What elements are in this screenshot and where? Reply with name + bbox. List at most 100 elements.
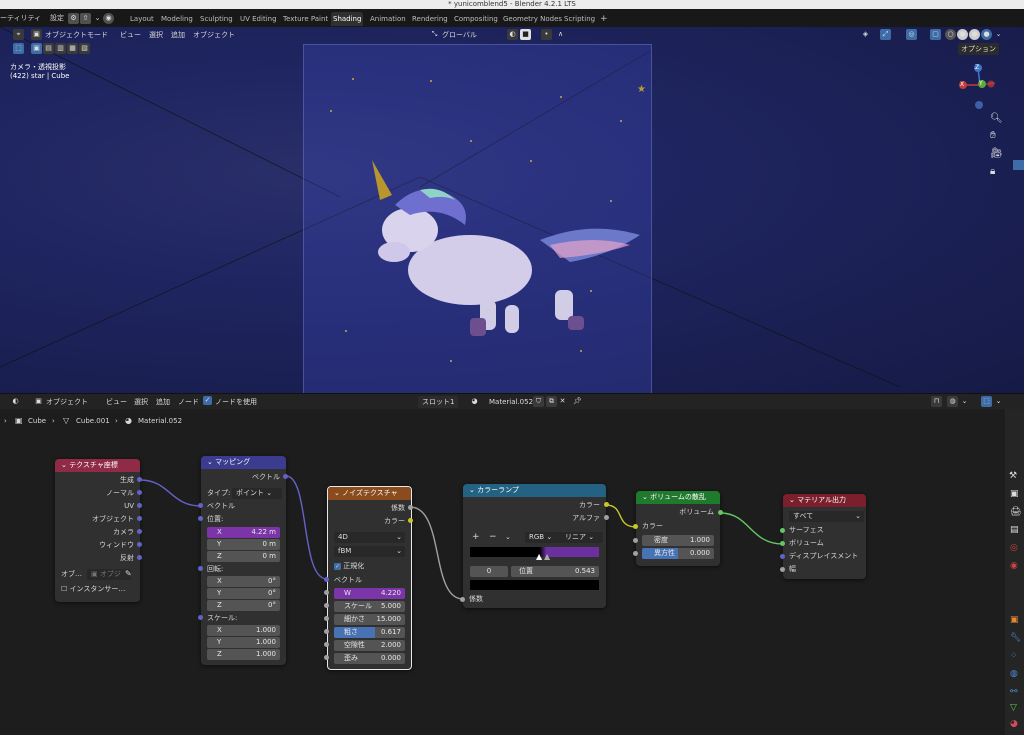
type-dropdown[interactable]: ポイント ⌄: [232, 488, 282, 499]
particles-icon[interactable]: ⁘: [1010, 651, 1018, 661]
tool-icon[interactable]: ⚒: [1009, 471, 1017, 481]
gizmo-icon[interactable]: ⤢: [880, 29, 891, 40]
node-header[interactable]: ⌄ テクスチャ座標: [55, 459, 140, 472]
physics-icon[interactable]: ◍: [1010, 669, 1018, 679]
rotation-y-field[interactable]: Y 0°: [207, 588, 280, 599]
close-icon[interactable]: ✕: [557, 396, 568, 407]
socket-volume-out[interactable]: [718, 510, 723, 515]
tab-compositing[interactable]: Compositing: [452, 12, 500, 26]
socket-fac-out[interactable]: [408, 505, 413, 510]
shading-wireframe-icon[interactable]: ○: [945, 29, 956, 40]
socket-vector-out[interactable]: [283, 474, 288, 479]
xray-icon[interactable]: ▢: [930, 29, 941, 40]
socket-vector-in[interactable]: [324, 577, 329, 582]
chevron-down-icon[interactable]: ⌄: [993, 29, 1004, 40]
socket-location-in[interactable]: [198, 516, 203, 521]
eyedropper-icon[interactable]: ✎: [125, 569, 132, 578]
shading-rendered-icon[interactable]: ●: [981, 29, 992, 40]
socket-anisotropy-in[interactable]: [633, 551, 638, 556]
socket-detail-in[interactable]: [324, 616, 329, 621]
normalize-checkbox-row[interactable]: ✓ 正規化: [334, 561, 364, 572]
socket-color-out[interactable]: [604, 502, 609, 507]
tab-rendering[interactable]: Rendering: [410, 12, 450, 26]
world-icon[interactable]: ◉: [1010, 561, 1018, 571]
material-sphere-icon[interactable]: ◕: [469, 396, 480, 407]
socket-scale-in[interactable]: [324, 603, 329, 608]
node-color-ramp[interactable]: ⌄ カラーランプ カラー アルファ + − ⌄ RGB ⌄ リニア ⌄ ▲ ▲ …: [463, 484, 606, 608]
select-mode-new-icon[interactable]: ▣: [31, 43, 42, 54]
menu-utility[interactable]: ーティリティ: [0, 12, 41, 24]
node-header[interactable]: ⌄ マテリアル出力: [783, 494, 866, 507]
tab-uv-editing[interactable]: UV Editing: [238, 12, 279, 26]
fake-user-icon[interactable]: ⛉: [533, 396, 544, 407]
ramp-menu-button[interactable]: ⌄: [505, 532, 511, 543]
tab-texture-paint[interactable]: Texture Paint: [281, 12, 330, 26]
anisotropy-field[interactable]: 異方性 0.000: [642, 548, 714, 559]
detail-field[interactable]: 細かさ 15.000: [334, 614, 405, 625]
shader-type-dropdown[interactable]: オブジェクト: [46, 396, 88, 408]
modifier-icon[interactable]: 🔧︎: [1010, 633, 1021, 643]
socket-rotation-in[interactable]: [198, 566, 203, 571]
tab-modeling[interactable]: Modeling: [159, 12, 195, 26]
menu-view[interactable]: ビュー: [120, 29, 141, 41]
socket-lacunarity-in[interactable]: [324, 642, 329, 647]
snap-icon[interactable]: ◐: [507, 29, 518, 40]
view-layer-icon[interactable]: ▤: [1010, 525, 1019, 535]
navigation-gizmo[interactable]: Z X Y: [955, 63, 1005, 113]
node-header[interactable]: ⌄ ボリュームの散乱: [636, 491, 720, 504]
select-mode-invert-icon[interactable]: ▦: [67, 43, 78, 54]
checkbox-checked-icon[interactable]: ✓: [334, 563, 341, 570]
chevron-down-icon[interactable]: ⌄: [959, 396, 970, 407]
add-stop-button[interactable]: +: [472, 532, 480, 543]
editor-type-icon[interactable]: ◐: [10, 396, 21, 407]
sidebar-toggle-tab[interactable]: [1013, 160, 1024, 170]
menu-view[interactable]: ビュー: [106, 396, 127, 408]
node-material-output[interactable]: ⌄ マテリアル出力 すべて ⌄ サーフェス ボリューム ディスプレイスメント 幅: [783, 494, 866, 579]
zoom-icon[interactable]: 🔍︎: [990, 113, 1003, 124]
menu-object[interactable]: オブジェクト: [193, 29, 235, 41]
ramp-stop-handle[interactable]: ▲: [536, 552, 542, 561]
overlay-icon[interactable]: ◎: [906, 29, 917, 40]
socket-window[interactable]: [137, 542, 142, 547]
socket-normal[interactable]: [137, 490, 142, 495]
constraints-icon[interactable]: ⚯: [1010, 687, 1018, 697]
socket-w-in[interactable]: [324, 590, 329, 595]
menu-add[interactable]: 追加: [171, 29, 185, 41]
node-header[interactable]: ⌄ マッピング: [201, 456, 286, 469]
ramp-stop-handle[interactable]: ▲: [544, 552, 550, 561]
socket-color-out[interactable]: [408, 518, 413, 523]
socket-color-in[interactable]: [633, 524, 638, 529]
node-header[interactable]: ⌄ カラーランプ: [463, 484, 606, 497]
interpolation-dropdown[interactable]: リニア ⌄: [561, 532, 603, 543]
menu-select[interactable]: 選択: [149, 29, 163, 41]
pin-icon[interactable]: 📌︎: [572, 396, 583, 407]
stop-color-swatch[interactable]: [470, 580, 599, 590]
menu-add[interactable]: 追加: [156, 396, 170, 408]
color-ramp-gradient[interactable]: [470, 547, 599, 557]
socket-alpha-out[interactable]: [604, 515, 609, 520]
socket-scale-in[interactable]: [198, 615, 203, 620]
chevron-down-icon[interactable]: ⌄: [92, 13, 103, 24]
add-workspace-button[interactable]: +: [598, 12, 610, 26]
socket-displacement-in[interactable]: [780, 554, 785, 559]
node-header[interactable]: ⌄ ノイズテクスチャ: [328, 487, 411, 500]
dimensions-dropdown[interactable]: 4D ⌄: [334, 532, 405, 543]
density-field[interactable]: 密度 1.000: [642, 535, 714, 546]
overlay-icon[interactable]: ◍: [947, 396, 958, 407]
remove-stop-button[interactable]: −: [489, 532, 497, 543]
socket-distortion-in[interactable]: [324, 655, 329, 660]
scene-icon[interactable]: ◎: [1010, 543, 1018, 553]
chevron-down-icon[interactable]: ⌄: [993, 396, 1004, 407]
tab-scripting[interactable]: Scripting: [562, 12, 597, 26]
gizmo-icon[interactable]: ⬚: [981, 396, 992, 407]
socket-fac-in[interactable]: [460, 597, 465, 602]
snap-icon[interactable]: ⊓: [931, 396, 942, 407]
use-nodes-checkbox[interactable]: ✓: [203, 396, 212, 405]
instancer-checkbox-row[interactable]: ☐ インスタンサー…: [61, 584, 125, 595]
select-tool-icon[interactable]: ⬚: [13, 43, 24, 54]
blender-icon[interactable]: ◉: [103, 13, 114, 24]
tab-shading[interactable]: Shading: [331, 12, 364, 26]
scale-z-field[interactable]: Z 1.000: [207, 649, 280, 660]
data-icon[interactable]: ▽: [1010, 703, 1017, 713]
menu-settings[interactable]: 設定: [50, 12, 64, 24]
